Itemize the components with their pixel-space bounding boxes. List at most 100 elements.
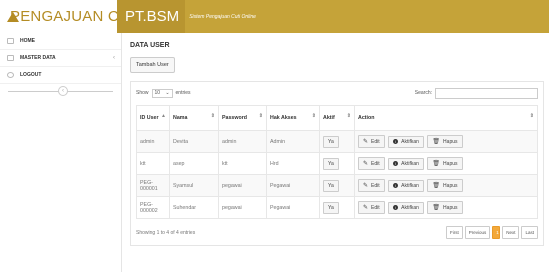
cell-hak-akses: Hrd [266,152,320,175]
cell-aktif: Ya [319,152,355,175]
top-navbar: PT.BSM Sistem Pengajuan Cuti Online [117,0,549,33]
table-row: ktt asep ktt Hrd Ya ✎ Edit i Aktifkan 🗑 Hap… [136,152,538,175]
cell-nama: Syamsul [169,174,219,197]
pencil-icon: ✎ [363,205,369,211]
info-icon: i [393,205,399,210]
trash-icon: 🗑 [432,205,441,211]
info-icon: i [393,161,399,166]
user-table: ID User ▲ Nama ⇕ Password ⇕ Hak Akses ⇕ [136,105,538,219]
cell-hak-akses: Pegawai [266,196,320,219]
page-title: DATA USER [130,42,170,49]
sidebar-collapse-button[interactable]: ‹ [58,86,68,96]
cell-password: admin [218,130,267,153]
chevron-down-icon: ⌄ [165,90,170,96]
aktifkan-button[interactable]: i Aktifkan [388,201,424,214]
pagination-previous[interactable]: Previous [464,226,491,239]
show-label: Show [136,90,149,96]
pencil-icon: ✎ [363,183,369,189]
pagination-page-current[interactable]: 1 [492,226,501,239]
entries-value: 10 [154,90,161,96]
cell-action: ✎ Edit i Aktifkan 🗑 Hapus [354,174,538,197]
sidebar: HOME MASTER DATA ‹ LOGOUT ‹ [0,33,122,272]
sidebar-collapse-row: ‹ [0,84,121,98]
status-badge: Ya [323,157,339,170]
edit-button[interactable]: ✎ Edit [358,157,385,170]
cell-nama: asep [169,152,219,175]
cell-nama: Suhendar [169,196,219,219]
trash-icon: 🗑 [432,161,441,167]
cell-password: pegawai [218,196,267,219]
database-icon [7,55,14,61]
sort-icon: ⇕ [311,113,316,119]
pagination-first[interactable]: First [445,226,463,239]
column-header-aktif[interactable]: Aktif ⇕ [319,105,355,131]
trash-icon: 🗑 [432,183,441,189]
column-header-id-user[interactable]: ID User ▲ [136,105,170,131]
sidebar-item-logout[interactable]: LOGOUT [0,67,121,84]
hapus-button[interactable]: 🗑 Hapus [427,179,463,192]
chevron-left-icon: ‹ [113,55,115,61]
aktifkan-button[interactable]: i Aktifkan [388,179,424,192]
sidebar-item-home[interactable]: HOME [0,33,121,50]
column-header-hak-akses[interactable]: Hak Akses ⇕ [266,105,320,131]
sidebar-item-label: HOME [20,38,35,44]
status-badge: Ya [323,201,339,214]
main-content: DATA USER Tambah User Show 10 ⌄ entries … [130,42,544,246]
entries-select[interactable]: 10 ⌄ [151,88,173,98]
search-input[interactable] [435,87,538,99]
brand[interactable]: PENGAJUAN CUTI [0,0,143,33]
cell-action: ✎ Edit i Aktifkan 🗑 Hapus [354,196,538,219]
column-header-password[interactable]: Password ⇕ [218,105,267,131]
home-icon [7,38,14,44]
edit-button[interactable]: ✎ Edit [358,201,385,214]
cell-action: ✎ Edit i Aktifkan 🗑 Hapus [354,152,538,175]
sidebar-item-master-data[interactable]: MASTER DATA ‹ [0,50,121,67]
sort-icon: ⇕ [210,113,215,119]
cell-hak-akses: Pegawai [266,174,320,197]
column-header-nama[interactable]: Nama ⇕ [169,105,219,131]
pencil-icon: ✎ [363,161,369,167]
edit-button[interactable]: ✎ Edit [358,179,385,192]
sidebar-item-label: MASTER DATA [20,55,56,61]
pagination-next[interactable]: Next [502,226,520,239]
cell-id: PEG-000002 [136,196,170,219]
table-footer: Showing 1 to 4 of 4 entries First Previo… [136,226,538,239]
cell-id: admin [136,130,170,153]
app-subtitle: Sistem Pengajuan Cuti Online [189,13,256,20]
cell-aktif: Ya [319,196,355,219]
cell-id: ktt [136,152,170,175]
cell-id: PEG-000001 [136,174,170,197]
pagination: First Previous 1 Next Last [444,226,538,239]
entries-label: entries [175,90,191,96]
table-row: PEG-000001 Syamsul pegawai Pegawai Ya ✎ E… [136,174,538,197]
table-info: Showing 1 to 4 of 4 entries [136,229,196,236]
info-icon: i [393,139,399,144]
sidebar-item-label: LOGOUT [20,72,42,78]
info-icon: i [393,183,399,188]
column-header-action[interactable]: Action ⇕ [354,105,538,131]
hapus-button[interactable]: 🗑 Hapus [427,157,463,170]
cell-hak-akses: Admin [266,130,320,153]
status-badge: Ya [323,179,339,192]
app-header: PENGAJUAN CUTI PT.BSM Sistem Pengajuan C… [0,0,549,33]
table-search: Search: [415,87,538,99]
table-controls: Show 10 ⌄ entries Search: [136,86,538,100]
aktifkan-button[interactable]: i Aktifkan [388,135,424,148]
hapus-button[interactable]: 🗑 Hapus [427,135,463,148]
table-row: admin Devita admin Admin Ya ✎ Edit i Aktif… [136,130,538,153]
logout-icon [7,72,14,78]
aktifkan-button[interactable]: i Aktifkan [388,157,424,170]
sort-icon: ⇕ [258,113,263,119]
cell-nama: Devita [169,130,219,153]
cell-password: ktt [218,152,267,175]
add-user-button[interactable]: Tambah User [130,57,175,73]
sort-icon: ⇕ [346,113,351,119]
cell-password: pegawai [218,174,267,197]
hapus-button[interactable]: 🗑 Hapus [427,201,463,214]
table-header-row: ID User ▲ Nama ⇕ Password ⇕ Hak Akses ⇕ [136,105,538,131]
pagination-last[interactable]: Last [521,226,538,239]
cell-aktif: Ya [319,130,355,153]
pencil-icon: ✎ [363,139,369,145]
trash-icon: 🗑 [432,139,441,145]
edit-button[interactable]: ✎ Edit [358,135,385,148]
